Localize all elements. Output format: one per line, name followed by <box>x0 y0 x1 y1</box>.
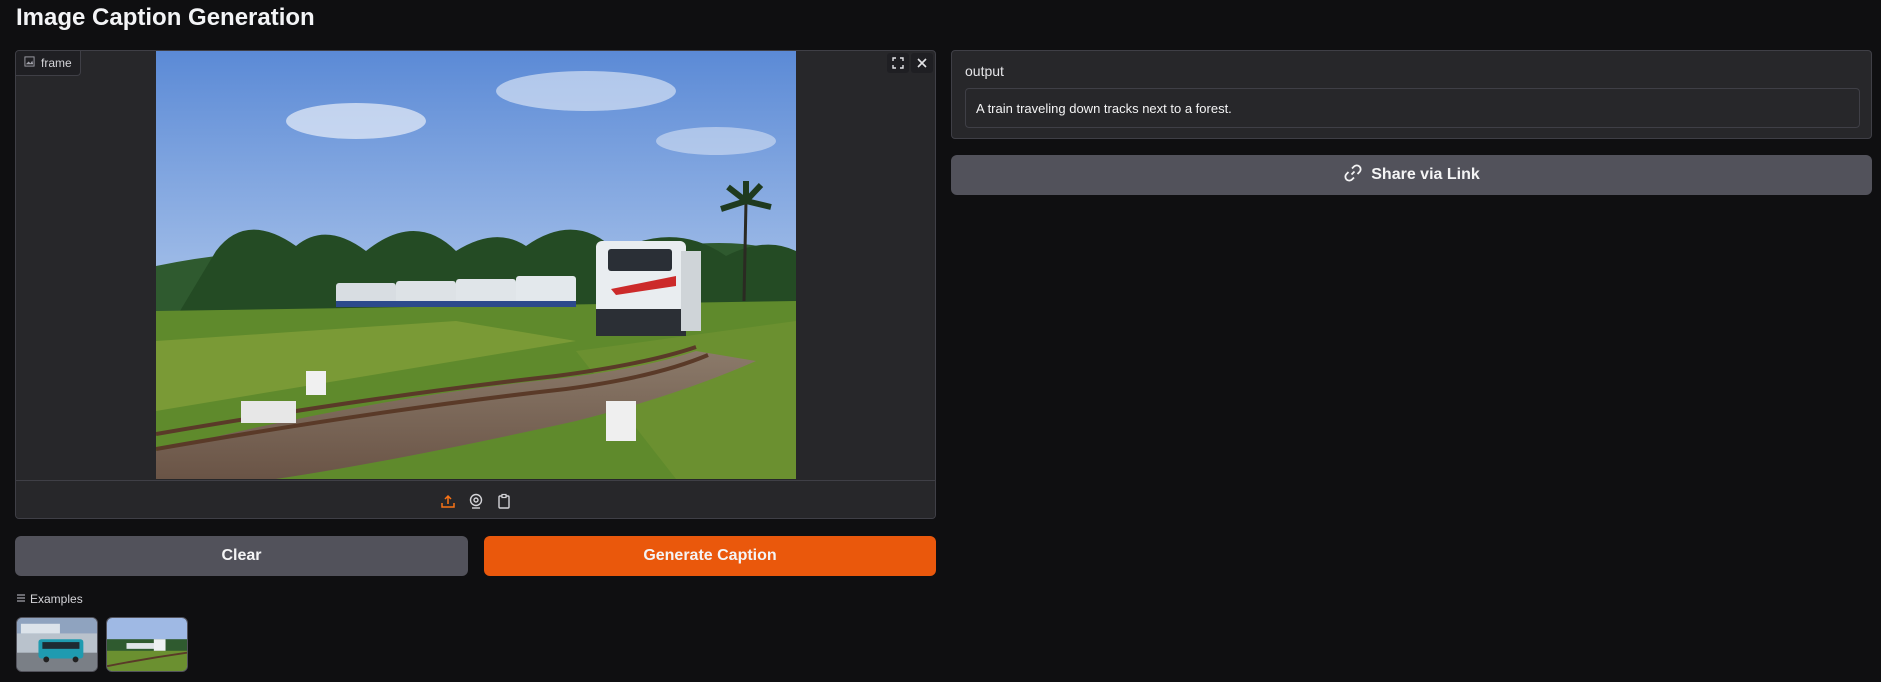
image-label: frame <box>16 51 81 76</box>
source-selector <box>16 480 935 518</box>
image-actions <box>887 53 933 73</box>
link-icon <box>1343 163 1363 188</box>
examples-header: Examples <box>16 592 83 606</box>
generate-caption-button[interactable]: Generate Caption <box>484 536 936 576</box>
upload-icon[interactable] <box>438 491 458 511</box>
output-label: output <box>965 63 1004 79</box>
examples-label: Examples <box>30 592 83 606</box>
webcam-icon[interactable] <box>466 491 486 511</box>
image-icon <box>24 56 35 70</box>
image-label-text: frame <box>41 56 72 70</box>
uploaded-image <box>156 51 796 479</box>
clear-button[interactable]: Clear <box>15 536 468 576</box>
share-label: Share via Link <box>1371 166 1480 183</box>
output-panel: output A train traveling down tracks nex… <box>951 50 1872 139</box>
clipboard-icon[interactable] <box>494 491 514 511</box>
fullscreen-icon[interactable] <box>887 53 909 73</box>
output-textbox[interactable]: A train traveling down tracks next to a … <box>965 88 1860 128</box>
image-input-panel[interactable]: frame <box>15 50 936 519</box>
share-via-link-button[interactable]: Share via Link <box>951 155 1872 195</box>
example-bus[interactable] <box>16 617 98 672</box>
list-icon <box>16 592 26 606</box>
close-icon[interactable] <box>911 53 933 73</box>
page-title: Image Caption Generation <box>16 4 315 31</box>
example-train[interactable] <box>106 617 188 672</box>
